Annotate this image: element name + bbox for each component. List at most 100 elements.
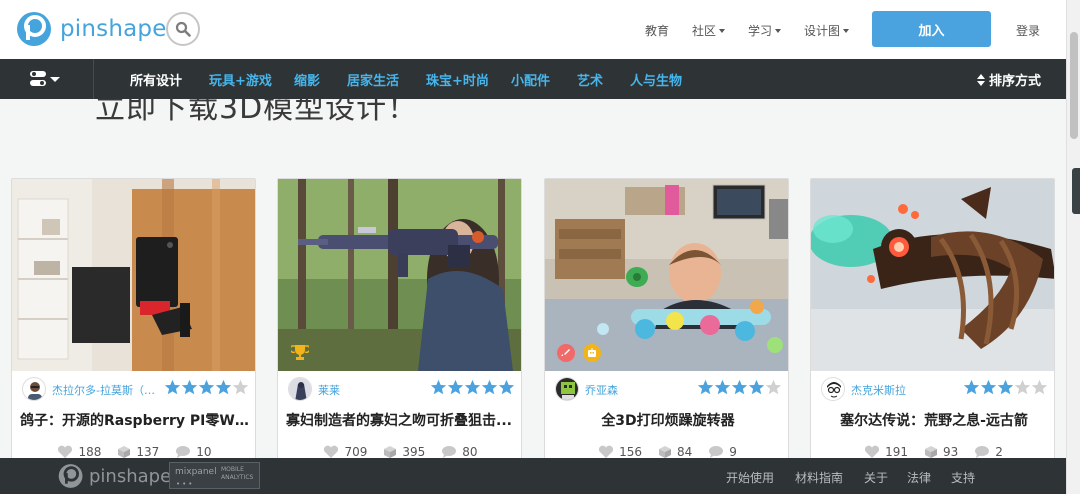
footer-link-about[interactable]: 关于 <box>864 469 888 486</box>
comment-bubble-icon <box>442 446 457 458</box>
category-home[interactable]: 居家生活 <box>347 70 399 89</box>
design-card[interactable]: 杰克米斯拉 塞尔达传说：荒野之息-远古箭 191 93 2 <box>810 178 1055 478</box>
mixpanel-badge[interactable]: mixpanel MOBILE ANALYTICS ••• <box>169 462 260 489</box>
category-gadgets[interactable]: 小配件 <box>511 70 550 89</box>
category-jewelry-fashion[interactable]: 珠宝+时尚 <box>426 70 489 89</box>
downloads-stat: 395 <box>383 445 425 459</box>
rating-stars <box>430 379 515 396</box>
category-bar: 所有设计 玩具+游戏 缩影 居家生活 珠宝+时尚 小配件 艺术 人与生物 排序方… <box>0 59 1066 99</box>
author-row: 杰拉尔多-拉莫斯（G... <box>12 375 255 403</box>
sort-button[interactable]: 排序方式 <box>976 70 1041 89</box>
likes-stat[interactable]: 709 <box>323 445 367 459</box>
nav-community[interactable]: 社区 <box>692 22 726 39</box>
design-title[interactable]: 鸽子：开源的Raspberry PI零W云... <box>20 410 250 430</box>
side-feedback-tab[interactable] <box>1072 168 1080 214</box>
scrollbar-thumb[interactable] <box>1070 32 1078 139</box>
likes-count: 191 <box>885 445 908 459</box>
author-name[interactable]: 杰克米斯拉 <box>851 382 959 398</box>
design-stats: 191 93 2 <box>811 445 1054 459</box>
design-title[interactable]: 塞尔达传说：荒野之息-远古箭 <box>819 410 1049 430</box>
rocket-badge <box>557 344 575 362</box>
star-filled-icon <box>498 379 515 395</box>
design-thumbnail[interactable] <box>12 179 255 371</box>
mixpanel-sub-line1: MOBILE <box>221 466 244 473</box>
footer-link-get-started[interactable]: 开始使用 <box>726 469 774 486</box>
design-stats: 156 84 9 <box>545 445 788 459</box>
star-empty-icon <box>765 379 782 395</box>
page-scrollbar[interactable] <box>1066 0 1080 494</box>
footer-logo[interactable]: pinshape <box>58 463 171 489</box>
rating-stars <box>963 379 1048 396</box>
heart-icon <box>58 445 73 458</box>
nav-education[interactable]: 教育 <box>645 22 669 39</box>
design-thumbnail[interactable] <box>811 179 1054 371</box>
downloads-count: 93 <box>942 445 959 459</box>
comment-bubble-icon <box>709 446 724 458</box>
likes-stat[interactable]: 191 <box>864 445 908 459</box>
author-row: 杰克米斯拉 <box>811 375 1054 403</box>
avatar[interactable] <box>555 377 579 401</box>
pinshape-logo-icon <box>58 464 83 488</box>
site-footer: pinshape mixpanel MOBILE ANALYTICS ••• 开… <box>0 458 1066 494</box>
author-name[interactable]: 乔亚森 <box>585 382 693 398</box>
category-divider <box>93 59 94 99</box>
comments-stat[interactable]: 80 <box>441 445 478 459</box>
search-button[interactable] <box>166 12 200 46</box>
avatar[interactable] <box>821 377 845 401</box>
footer-link-support[interactable]: 支持 <box>951 469 975 486</box>
nav-designs[interactable]: 设计图 <box>804 22 850 39</box>
cube-icon <box>118 446 131 458</box>
design-thumbnail[interactable] <box>278 179 521 371</box>
star-filled-icon <box>198 379 215 395</box>
hero-heading: 立即下载3D模型设计！ <box>95 99 419 126</box>
design-stats: 188 137 10 <box>12 445 255 459</box>
mixpanel-name: mixpanel <box>175 467 217 477</box>
footer-logo-text: pinshape <box>89 465 172 487</box>
comments-count: 2 <box>995 445 1003 459</box>
rating-stars <box>697 379 782 396</box>
comments-stat[interactable]: 2 <box>974 445 1003 459</box>
join-button[interactable]: 加入 <box>872 11 991 47</box>
likes-count: 156 <box>619 445 642 459</box>
design-thumbnail[interactable] <box>545 179 788 371</box>
author-name[interactable]: 莱莱 <box>318 382 426 398</box>
design-card[interactable]: 莱莱 寡妇制造者的寡妇之吻可折叠狙击... 709 395 80 <box>277 178 522 478</box>
author-row: 莱莱 <box>278 375 521 403</box>
design-card[interactable]: 杰拉尔多-拉莫斯（G... 鸽子：开源的Raspberry PI零W云... 1… <box>11 178 256 478</box>
star-empty-icon <box>1031 379 1048 395</box>
hero-banner: 立即下载3D模型设计！ <box>0 99 1066 161</box>
cube-icon <box>384 446 397 458</box>
footer-link-legal[interactable]: 法律 <box>907 469 931 486</box>
site-logo[interactable]: pinshape <box>16 11 167 47</box>
category-all[interactable]: 所有设计 <box>130 70 182 89</box>
star-filled-icon <box>748 379 765 395</box>
comment-bubble-icon <box>176 446 191 458</box>
avatar[interactable] <box>22 377 46 401</box>
toggle-filter-icon <box>30 71 60 86</box>
filter-toggle-button[interactable] <box>28 69 64 89</box>
comments-stat[interactable]: 10 <box>175 445 212 459</box>
design-card[interactable]: 乔亚森 全3D打印烦躁旋转器 156 84 9 <box>544 178 789 478</box>
category-toys-games[interactable]: 玩具+游戏 <box>209 70 272 89</box>
trophy-icon <box>291 345 309 360</box>
author-name[interactable]: 杰拉尔多-拉莫斯（G... <box>52 382 160 398</box>
heart-icon <box>865 445 880 458</box>
star-filled-icon <box>697 379 714 395</box>
likes-stat[interactable]: 156 <box>598 445 642 459</box>
search-icon <box>175 21 191 37</box>
design-title[interactable]: 全3D打印烦躁旋转器 <box>553 410 783 430</box>
avatar[interactable] <box>288 377 312 401</box>
category-miniatures[interactable]: 缩影 <box>294 70 320 89</box>
downloads-stat: 93 <box>924 445 958 459</box>
comments-stat[interactable]: 9 <box>708 445 737 459</box>
footer-link-materials-guide[interactable]: 材料指南 <box>795 469 843 486</box>
star-filled-icon <box>963 379 980 395</box>
nav-learn[interactable]: 学习 <box>748 22 782 39</box>
robot-badge <box>583 344 601 362</box>
likes-stat[interactable]: 188 <box>57 445 101 459</box>
category-people-creatures[interactable]: 人与生物 <box>630 70 682 89</box>
design-title[interactable]: 寡妇制造者的寡妇之吻可折叠狙击... <box>286 410 516 430</box>
star-filled-icon <box>997 379 1014 395</box>
category-art[interactable]: 艺术 <box>577 70 603 89</box>
login-link[interactable]: 登录 <box>1016 22 1040 39</box>
